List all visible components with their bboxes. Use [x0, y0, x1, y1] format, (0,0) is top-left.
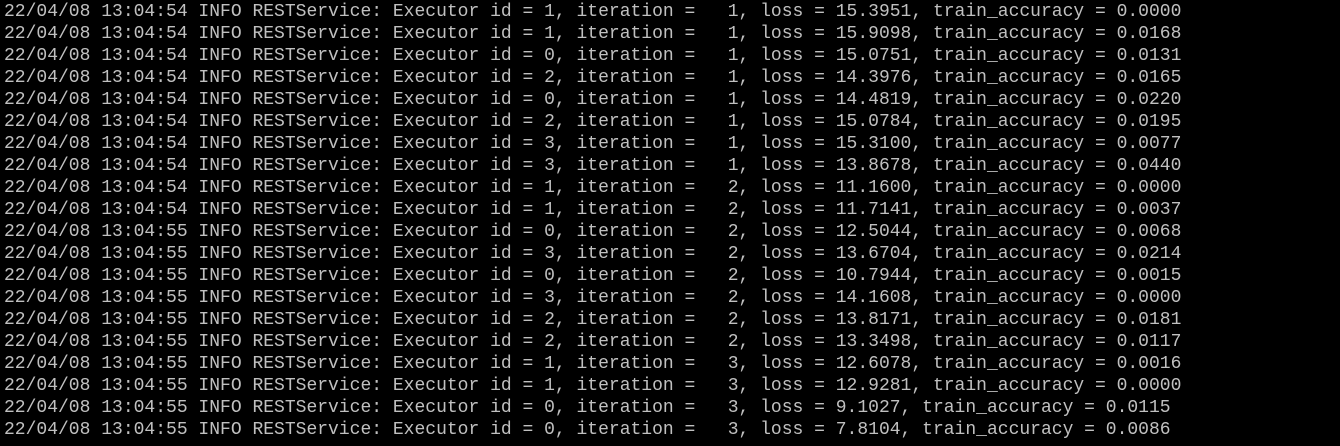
log-line: 22/04/08 13:04:54 INFO RESTService: Exec… [4, 134, 1182, 154]
terminal-window[interactable]: 22/04/08 13:04:54 INFO RESTService: Exec… [0, 0, 1340, 446]
log-line: 22/04/08 13:04:54 INFO RESTService: Exec… [4, 156, 1182, 176]
log-line: 22/04/08 13:04:55 INFO RESTService: Exec… [4, 288, 1182, 308]
log-line: 22/04/08 13:04:54 INFO RESTService: Exec… [4, 200, 1182, 220]
log-line: 22/04/08 13:04:55 INFO RESTService: Exec… [4, 266, 1182, 286]
log-line: 22/04/08 13:04:55 INFO RESTService: Exec… [4, 222, 1182, 242]
log-line: 22/04/08 13:04:54 INFO RESTService: Exec… [4, 24, 1182, 44]
log-line: 22/04/08 13:04:54 INFO RESTService: Exec… [4, 90, 1182, 110]
log-line: 22/04/08 13:04:55 INFO RESTService: Exec… [4, 376, 1182, 396]
log-line: 22/04/08 13:04:54 INFO RESTService: Exec… [4, 68, 1182, 88]
log-line: 22/04/08 13:04:54 INFO RESTService: Exec… [4, 112, 1182, 132]
log-line: 22/04/08 13:04:55 INFO RESTService: Exec… [4, 420, 1171, 440]
log-line: 22/04/08 13:04:54 INFO RESTService: Exec… [4, 46, 1182, 66]
log-line: 22/04/08 13:04:55 INFO RESTService: Exec… [4, 310, 1182, 330]
log-line: 22/04/08 13:04:54 INFO RESTService: Exec… [4, 178, 1182, 198]
terminal-log-output: 22/04/08 13:04:54 INFO RESTService: Exec… [4, 1, 1181, 441]
log-line: 22/04/08 13:04:54 INFO RESTService: Exec… [4, 2, 1182, 22]
log-line: 22/04/08 13:04:55 INFO RESTService: Exec… [4, 354, 1182, 374]
log-line: 22/04/08 13:04:55 INFO RESTService: Exec… [4, 332, 1182, 352]
log-line: 22/04/08 13:04:55 INFO RESTService: Exec… [4, 244, 1182, 264]
log-line: 22/04/08 13:04:55 INFO RESTService: Exec… [4, 398, 1171, 418]
